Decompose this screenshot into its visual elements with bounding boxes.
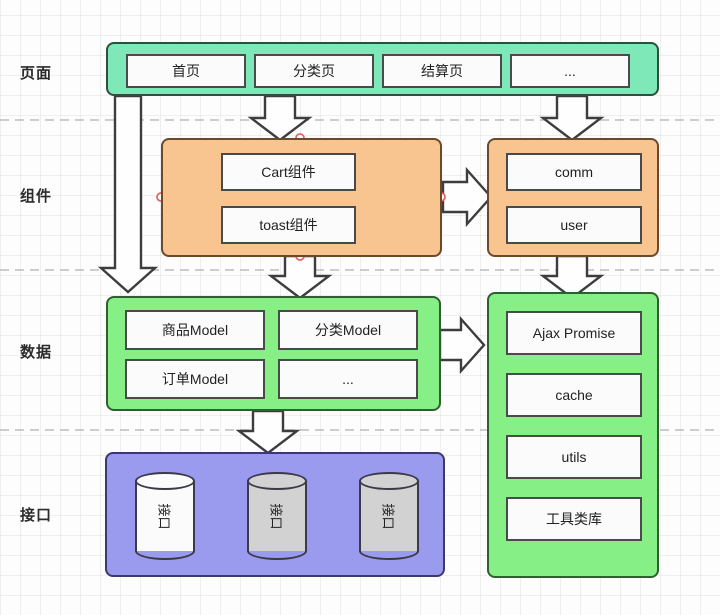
interface-node-2-label-wrap: 接口 (247, 472, 307, 560)
component-box-toast[interactable]: toast组件 (221, 206, 356, 244)
data-box-category-model-label: 分类Model (314, 322, 382, 338)
page-box-checkout[interactable]: 结算页 (382, 54, 502, 88)
common-box-comm-label: comm (554, 164, 594, 180)
page-box-home[interactable]: 首页 (126, 54, 246, 88)
arrow-components-to-common (441, 166, 493, 228)
data-box-more-model-label: ... (342, 371, 354, 387)
library-box-toolkit-label: 工具类库 (546, 511, 602, 527)
library-box-toolkit[interactable]: 工具类库 (506, 497, 642, 541)
interface-node-2-label: 接口 (268, 502, 284, 530)
components-business-panel: Cart组件 toast组件 (161, 138, 442, 257)
page-box-category-label: 分类页 (293, 63, 335, 79)
pages-panel: 首页 分类页 结算页 ... (106, 42, 659, 96)
interface-node-1-label-wrap: 接口 (135, 472, 195, 560)
component-box-cart[interactable]: Cart组件 (221, 153, 356, 191)
arrow-data-to-interface (235, 409, 301, 455)
library-box-utils-label: utils (561, 449, 587, 465)
common-box-comm[interactable]: comm (506, 153, 642, 191)
data-box-product-model[interactable]: 商品Model (125, 310, 265, 350)
interface-node-3-label-wrap: 接口 (359, 472, 419, 560)
interface-node-3-label: 接口 (380, 502, 396, 530)
library-box-utils[interactable]: utils (506, 435, 642, 479)
interface-node-1-label: 接口 (156, 502, 172, 530)
library-box-cache-label: cache (555, 387, 593, 403)
arrow-pages-to-data-long (97, 94, 159, 294)
components-common-panel: comm user (487, 138, 659, 257)
page-box-more[interactable]: ... (510, 54, 630, 88)
arrow-components-to-data (267, 254, 333, 300)
component-box-toast-label: toast组件 (259, 217, 318, 233)
library-panel: Ajax Promise cache utils 工具类库 (487, 292, 659, 578)
data-box-category-model[interactable]: 分类Model (278, 310, 418, 350)
band-label-data: 数据 (20, 344, 53, 361)
interface-panel: 接口 接口 接口 (105, 452, 445, 577)
page-box-checkout-label: 结算页 (421, 63, 463, 79)
interface-node-1[interactable]: 接口 (135, 472, 195, 560)
library-box-ajax-promise[interactable]: Ajax Promise (506, 311, 642, 355)
page-box-category[interactable]: 分类页 (254, 54, 374, 88)
diagram-canvas: 页面 组件 数据 接口 首页 分类页 结算页 ... Cart组件 toast组… (0, 0, 720, 615)
data-box-more-model[interactable]: ... (278, 359, 418, 399)
library-box-cache[interactable]: cache (506, 373, 642, 417)
band-label-components: 组件 (20, 188, 53, 205)
page-box-home-label: 首页 (172, 63, 200, 79)
data-box-order-model[interactable]: 订单Model (125, 359, 265, 399)
library-box-ajax-promise-label: Ajax Promise (532, 325, 616, 341)
interface-node-2[interactable]: 接口 (247, 472, 307, 560)
arrow-data-to-library (438, 315, 486, 375)
band-label-pages: 页面 (20, 65, 53, 82)
page-box-more-label: ... (564, 63, 576, 79)
band-label-interface: 接口 (20, 507, 53, 524)
common-box-user-label: user (560, 217, 588, 233)
data-box-order-model-label: 订单Model (161, 371, 229, 387)
data-box-product-model-label: 商品Model (161, 322, 229, 338)
component-box-cart-label: Cart组件 (261, 164, 316, 180)
common-box-user[interactable]: user (506, 206, 642, 244)
data-panel: 商品Model 分类Model 订单Model ... (106, 296, 441, 411)
interface-node-3[interactable]: 接口 (359, 472, 419, 560)
arrow-pages-to-common (539, 94, 605, 142)
